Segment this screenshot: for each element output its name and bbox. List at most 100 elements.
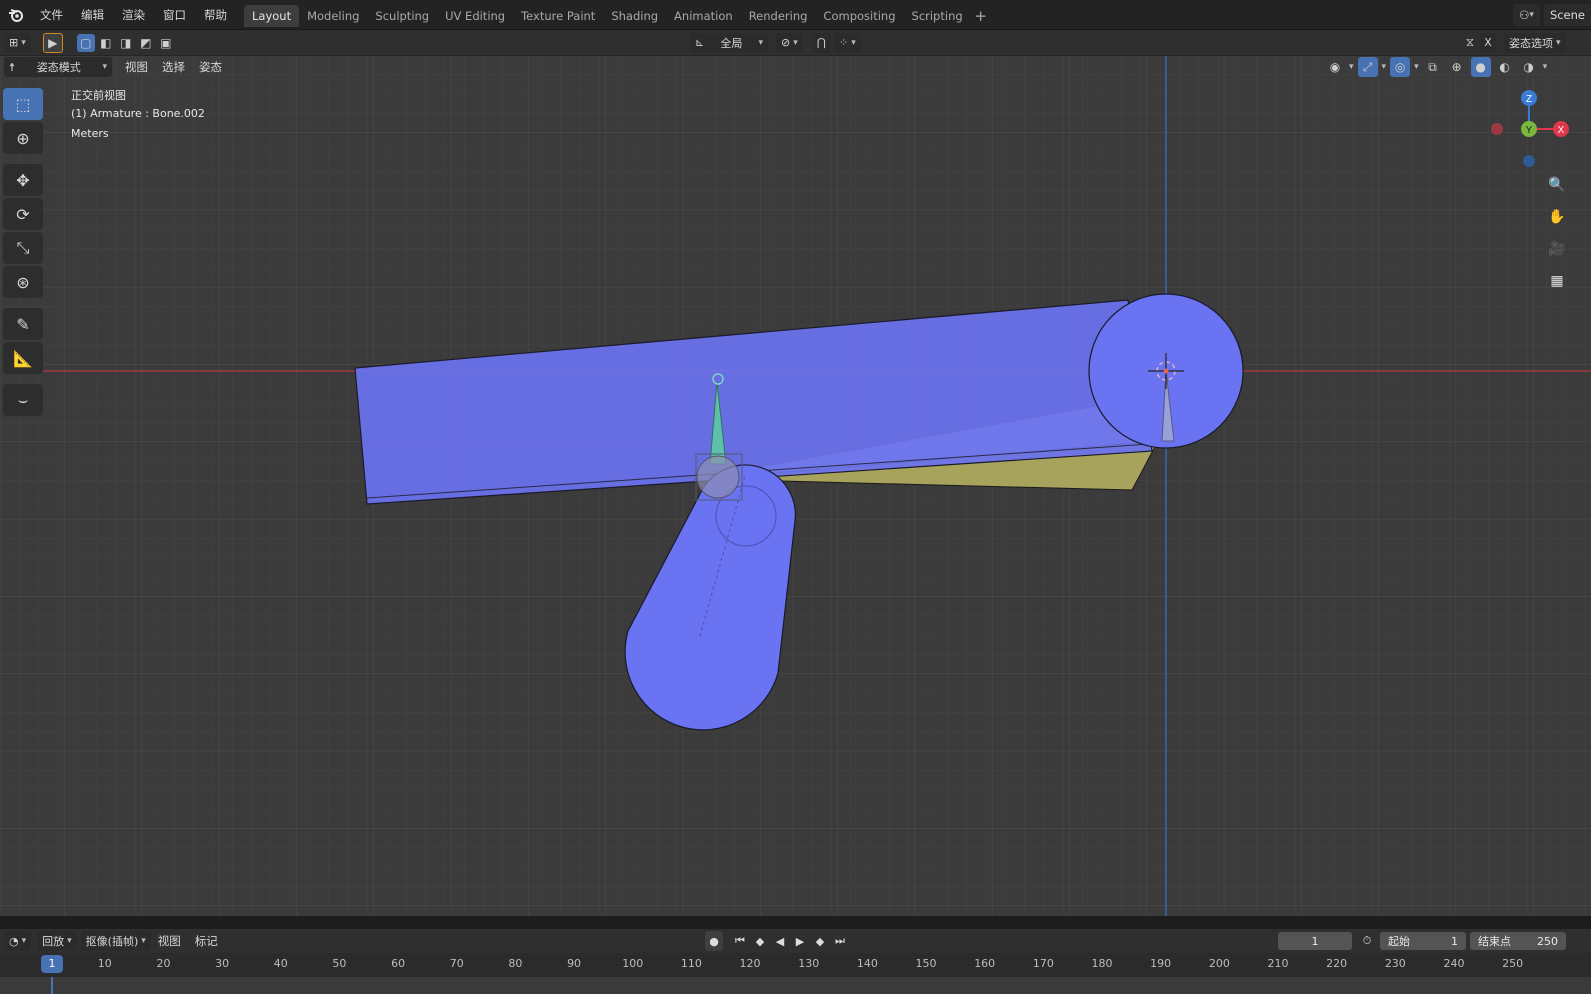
start-value: 1 [1451, 934, 1458, 948]
viewport-scene: Z Y X [0, 56, 1591, 916]
timeline-tick: 210 [1267, 957, 1289, 970]
mode-dropdown[interactable]: ☨ 姿态模式 ▾ [4, 57, 112, 77]
menu-window[interactable]: 窗口 [154, 0, 195, 30]
stopwatch-icon[interactable]: ⏱ [1358, 931, 1376, 951]
chevron-down-icon: ▾ [102, 62, 107, 72]
jump-start-icon[interactable]: ⏮ [731, 931, 749, 951]
menu-view[interactable]: 视图 [118, 56, 155, 78]
transform-tool-icon[interactable]: ⊛ [3, 266, 43, 298]
select-extend-icon[interactable]: ◧ [97, 34, 115, 52]
chevron-down-icon: ▾ [21, 936, 27, 946]
tab-modeling[interactable]: Modeling [299, 5, 367, 27]
menu-file[interactable]: 文件 [31, 0, 72, 30]
shading-wireframe-icon[interactable]: ⊕ [1447, 57, 1467, 77]
select-subtract-icon[interactable]: ◨ [117, 34, 135, 52]
play-reverse-icon[interactable]: ◀ [771, 931, 789, 951]
chevron-down-icon: ▾ [1381, 62, 1387, 72]
pivot-dropdown[interactable]: ⊘ ▾ [776, 32, 803, 53]
overlay-toggle-icon[interactable]: ◎ [1390, 57, 1411, 77]
camera-view-icon[interactable]: 🎥 [1544, 236, 1570, 262]
select-new-icon[interactable]: ▢ [76, 33, 95, 52]
timeline-ruler[interactable]: 1 10 20 30 40 50 60 70 80 90 100 110 120 130 140 150 16… [0, 953, 1591, 977]
tab-texture-paint[interactable]: Texture Paint [513, 5, 603, 27]
viewport-header-2: ☨ 姿态模式 ▾ 视图 选择 姿态 ◉ ▾ ⤢ ▾ ◎ ▾ ⧉ ⊕ ● ◐ ◑ ▾ [0, 56, 1591, 78]
tab-layout[interactable]: Layout [244, 4, 300, 27]
select-tool-icon[interactable]: ▶ [42, 32, 63, 53]
scene-type-button[interactable]: ⚇ ▾ [1513, 4, 1540, 26]
tab-uv-editing[interactable]: UV Editing [437, 5, 513, 27]
record-icon[interactable]: ● [705, 931, 723, 951]
workspace-tabs: Layout Modeling Sculpting UV Editing Tex… [244, 3, 991, 27]
shading-solid-icon[interactable]: ● [1470, 57, 1491, 77]
scale-tool-icon[interactable]: ⤡ [3, 232, 43, 264]
end-label: 结束点 [1478, 935, 1511, 948]
x-mirror-toggle[interactable]: X [1480, 32, 1496, 53]
playback-dropdown[interactable]: 回放 ▾ [37, 931, 77, 951]
pan-hand-icon[interactable]: ✋ [1544, 204, 1570, 230]
timeline-editor-type[interactable]: ◔ ▾ [4, 931, 32, 951]
select-intersect-icon[interactable]: ▣ [157, 34, 175, 52]
tab-animation[interactable]: Animation [666, 5, 741, 27]
rotate-tool-icon[interactable]: ⟳ [3, 198, 43, 230]
transform-orientation-dropdown[interactable]: ⊾ 全局 ▾ [690, 32, 768, 53]
menu-help[interactable]: 帮助 [195, 0, 236, 30]
prev-keyframe-icon[interactable]: ◆ [751, 931, 769, 951]
menu-render[interactable]: 渲染 [113, 0, 154, 30]
xray-toggle-icon[interactable]: ⧉ [1423, 57, 1443, 77]
gizmo-toggle-icon[interactable]: ⤢ [1357, 57, 1378, 77]
select-invert-icon[interactable]: ◩ [137, 34, 155, 52]
keying-dropdown[interactable]: 抠像(插帧) ▾ [80, 931, 151, 951]
zoom-icon[interactable]: 🔍 [1544, 172, 1570, 198]
units-label: Meters [71, 127, 109, 140]
tab-shading[interactable]: Shading [603, 5, 666, 27]
shading-material-icon[interactable]: ◐ [1495, 57, 1515, 77]
timeline-menu-view[interactable]: 视图 [151, 929, 188, 953]
next-keyframe-icon[interactable]: ◆ [811, 931, 829, 951]
add-workspace-button[interactable]: + [971, 5, 991, 27]
select-box-tool-icon[interactable]: ⬚ [3, 88, 43, 120]
play-icon[interactable]: ▶ [791, 931, 809, 951]
menu-select[interactable]: 选择 [155, 56, 192, 78]
3d-cursor-center [1163, 368, 1169, 374]
chevron-down-icon: ▾ [1556, 37, 1561, 48]
timeline-track-area[interactable] [0, 977, 1591, 994]
measure-tool-icon[interactable]: 📐 [3, 342, 43, 374]
cursor-tool-icon[interactable]: ⊕ [3, 122, 43, 154]
ortho-grid-icon[interactable]: ▦ [1544, 268, 1570, 294]
timeline-tick: 230 [1384, 957, 1406, 970]
editor-type-button[interactable]: ⊞ ▾ [4, 32, 31, 53]
view-name: 正交前视图 [71, 89, 126, 102]
gizmo-y-label: Y [1526, 125, 1533, 136]
orientation-label: 全局 [720, 36, 743, 50]
gizmo-neg-z-axis[interactable] [1523, 155, 1535, 167]
blender-logo-icon[interactable] [5, 4, 27, 26]
jump-end-icon[interactable]: ⏭ [831, 931, 849, 951]
snap-toggle[interactable]: ⋂ [812, 32, 832, 53]
timeline-tick: 200 [1208, 957, 1230, 970]
scene-name[interactable]: Scene [1543, 4, 1591, 26]
tab-scripting[interactable]: Scripting [904, 5, 971, 27]
end-frame-field[interactable]: 结束点 250 [1470, 932, 1566, 950]
pose-options-dropdown[interactable]: 姿态选项 ▾ [1504, 32, 1566, 53]
timeline-menu-marker[interactable]: 标记 [188, 929, 225, 953]
gizmo-neg-x-axis[interactable] [1491, 123, 1503, 135]
visibility-eye-icon[interactable]: ◉ [1325, 57, 1345, 77]
timeline-tick: 120 [739, 957, 761, 970]
annotate-tool-icon[interactable]: ✎ [3, 308, 43, 340]
shading-rendered-icon[interactable]: ◑ [1519, 57, 1539, 77]
bone-tool-icon[interactable]: ⌣ [3, 384, 43, 416]
timeline-tick: 20 [156, 957, 171, 970]
tab-rendering[interactable]: Rendering [741, 5, 816, 27]
playhead-frame[interactable]: 1 [41, 955, 63, 973]
pose-mode-icon: ☨ [9, 60, 15, 74]
menu-pose[interactable]: 姿态 [192, 56, 229, 78]
tab-compositing[interactable]: Compositing [815, 5, 903, 27]
tab-sculpting[interactable]: Sculpting [367, 5, 437, 27]
menu-edit[interactable]: 编辑 [72, 0, 113, 30]
snap-target-dropdown[interactable]: ⁘ ▾ [834, 32, 861, 53]
selection-mode-group: ▢ ◧ ◨ ◩ ▣ [76, 33, 175, 52]
3d-viewport[interactable]: Z Y X ☨ 姿态模式 ▾ 视图 选择 姿态 ◉ ▾ ⤢ ▾ ◎ ▾ ⧉ ⊕ ● ◐… [0, 56, 1591, 916]
current-frame-field[interactable]: 1 [1278, 932, 1352, 950]
move-tool-icon[interactable]: ✥ [3, 164, 43, 196]
start-frame-field[interactable]: 起始 1 [1380, 932, 1466, 950]
